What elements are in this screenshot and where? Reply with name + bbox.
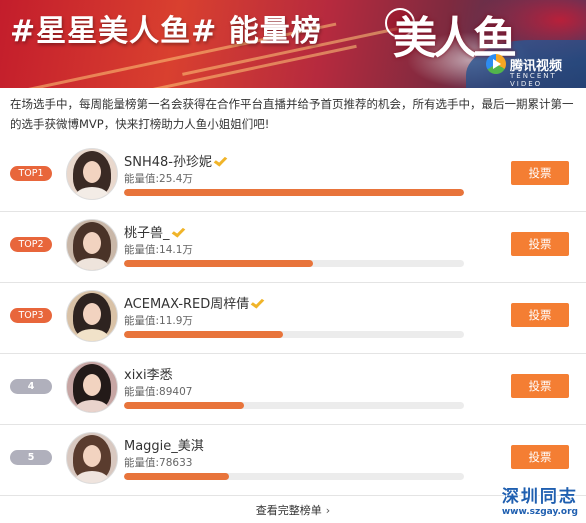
name-text: xixi李悉	[124, 368, 173, 383]
vote-button[interactable]: 投票	[511, 232, 569, 256]
contestant-name[interactable]: Maggie_美淇	[124, 435, 204, 454]
energy-bar	[124, 473, 464, 480]
energy-value: 能量值:89407	[124, 386, 193, 398]
rank-badge: TOP3	[10, 308, 52, 323]
list-item: 4 xixi李悉 能量值:89407 投票	[0, 354, 586, 425]
energy-bar-fill	[124, 331, 284, 338]
list-item: 5 Maggie_美淇 能量值:78633 投票	[0, 425, 586, 496]
play-icon	[486, 54, 506, 74]
platform-sub: TENCENT VIDEO	[510, 72, 557, 88]
vote-button[interactable]: 投票	[511, 374, 569, 398]
contestant-name[interactable]: ACEMAX-RED周梓倩	[124, 293, 265, 312]
list-item: TOP2 桃子兽_ 能量值:14.1万 投票	[0, 212, 586, 283]
energy-bar-fill	[124, 260, 313, 267]
energy-value: 能量值:14.1万	[124, 244, 193, 256]
tencent-video-logo: 腾讯视频	[486, 54, 562, 74]
avatar[interactable]	[66, 219, 118, 271]
vote-button[interactable]: 投票	[511, 303, 569, 327]
energy-bar	[124, 331, 464, 338]
platform-name: 腾讯视频	[510, 58, 563, 74]
verified-icon	[253, 297, 265, 308]
rank-badge: 5	[10, 450, 52, 465]
ranking-list: TOP1 SNH48-孙珍妮 能量值:25.4万 投票 TOP2 桃子兽_ 能量…	[0, 141, 586, 496]
energy-value: 能量值:11.9万	[124, 315, 193, 327]
energy-bar	[124, 402, 464, 409]
vote-button[interactable]: 投票	[511, 445, 569, 469]
watermark-title: 深圳同志	[501, 487, 578, 507]
contestant-name[interactable]: SNH48-孙珍妮	[124, 151, 228, 170]
energy-bar-fill	[124, 402, 244, 409]
name-text: ACEMAX-RED周梓倩	[124, 297, 250, 312]
view-full-ranking-label: 查看完整榜单	[255, 504, 322, 517]
rank-badge: 4	[10, 379, 52, 394]
rank-badge: TOP1	[10, 166, 52, 181]
contestant-name[interactable]: 桃子兽_	[124, 222, 186, 241]
view-full-ranking-link[interactable]: 查看完整榜单 ›	[0, 502, 586, 518]
vote-button[interactable]: 投票	[511, 161, 569, 185]
banner-title: #星星美人鱼# 能量榜	[10, 14, 322, 49]
avatar[interactable]	[66, 148, 118, 200]
name-text: Maggie_美淇	[124, 439, 204, 454]
avatar[interactable]	[66, 432, 118, 484]
intro-text: 在场选手中，每周能量榜第一名会获得在合作平台直播并给予首页推荐的机会，所有选手中…	[10, 97, 574, 131]
watermark: 深圳同志 www.szgay.org	[499, 482, 580, 517]
watermark-url: www.szgay.org	[499, 507, 580, 517]
energy-value: 能量值:78633	[124, 457, 193, 469]
list-item: TOP1 SNH48-孙珍妮 能量值:25.4万 投票	[0, 141, 586, 212]
banner: #星星美人鱼# 能量榜 美人鱼 腾讯视频 TENCENT VIDEO	[0, 0, 586, 88]
energy-bar-fill	[124, 473, 230, 480]
avatar[interactable]	[66, 361, 118, 413]
name-text: 桃子兽_	[124, 226, 170, 241]
energy-value: 能量值:25.4万	[124, 173, 193, 185]
name-text: SNH48-孙珍妮	[124, 155, 212, 170]
rank-badge: TOP2	[10, 237, 52, 252]
contestant-name[interactable]: xixi李悉	[124, 364, 173, 383]
chevron-right-icon: ›	[325, 504, 331, 517]
verified-icon	[216, 155, 228, 166]
energy-bar-fill	[124, 189, 464, 196]
avatar[interactable]	[66, 290, 118, 342]
energy-bar	[124, 260, 464, 267]
verified-icon	[174, 226, 186, 237]
energy-bar	[124, 189, 464, 196]
list-item: TOP3 ACEMAX-RED周梓倩 能量值:11.9万 投票	[0, 283, 586, 354]
